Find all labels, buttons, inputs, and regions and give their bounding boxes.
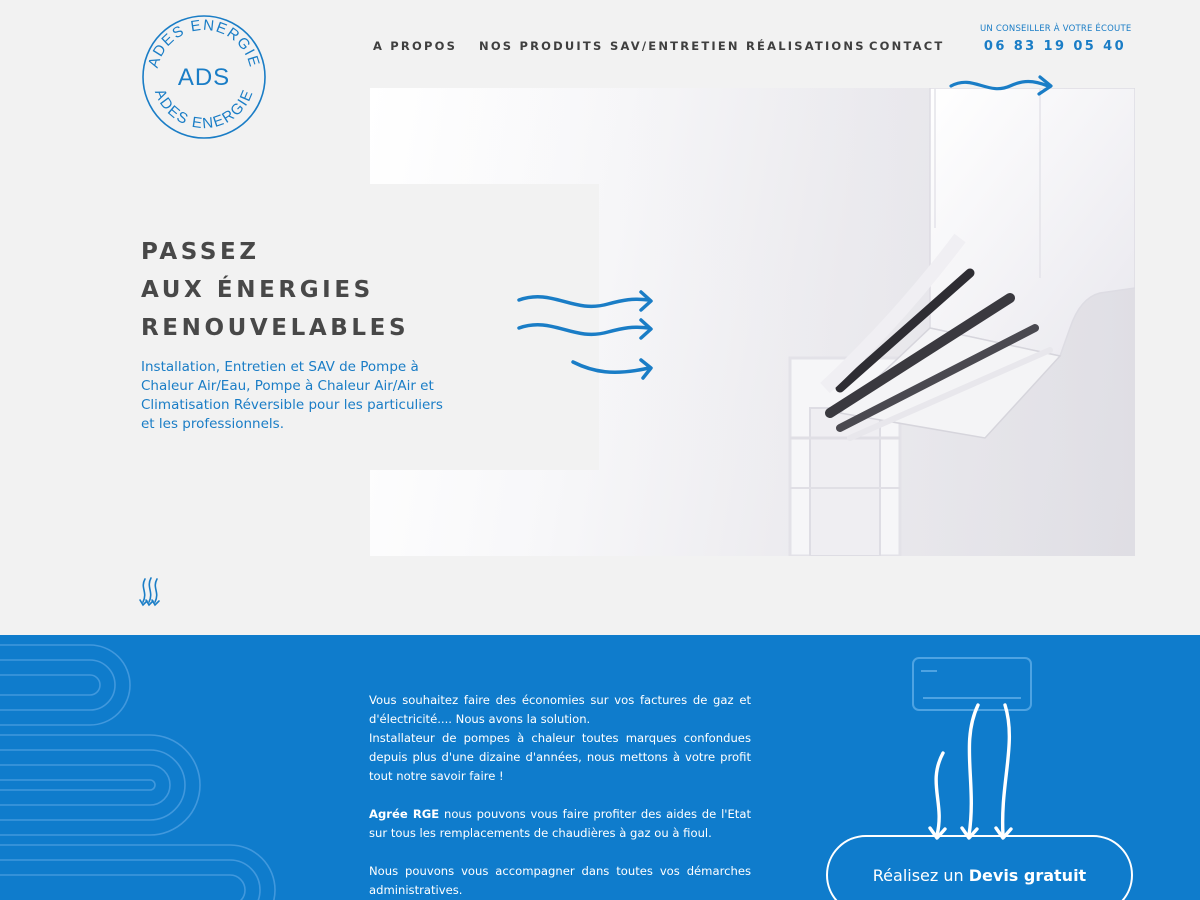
scroll-down-icon[interactable] xyxy=(138,576,164,610)
intro-paragraph-rge: Agrée RGE nous pouvons vous faire profit… xyxy=(369,805,751,843)
intro-paragraph-4: Nous pouvons vous accompagner dans toute… xyxy=(369,864,751,897)
hero-description: Installation, Entretien et SAV de Pompe … xyxy=(141,359,443,432)
free-quote-button[interactable]: Réalisez un Devis gratuit xyxy=(826,835,1133,900)
advisor-label: UN CONSEILLER À VOTRE ÉCOUTE xyxy=(980,24,1132,34)
logo-mark-text: ADS xyxy=(178,64,230,91)
cta-prefix: Réalisez un xyxy=(872,866,969,885)
nav-link-realisations[interactable]: RÉALISATIONS xyxy=(746,39,866,53)
intro-section: Vous souhaitez faire des économies sur v… xyxy=(0,635,1200,900)
air-flow-icon xyxy=(949,75,1053,96)
free-quote-label: Réalisez un Devis gratuit xyxy=(828,866,1131,885)
headline-line-1: PASSEZ xyxy=(141,239,260,265)
cta-bold: Devis gratuit xyxy=(968,866,1087,885)
rge-label: Agrée RGE xyxy=(369,807,440,821)
intro-text: Vous souhaitez faire des économies sur v… xyxy=(369,691,751,900)
air-waves-icon xyxy=(517,290,653,380)
air-conditioner-icon xyxy=(912,657,1032,840)
header-contact: UN CONSEILLER À VOTRE ÉCOUTE 06 83 19 05… xyxy=(980,24,1132,54)
nav-link-a-propos[interactable]: A PROPOS xyxy=(373,39,457,53)
nav-link-sav-entretien[interactable]: SAV/ENTRETIEN xyxy=(610,39,740,53)
ads-energie-logo[interactable]: ADES ENERGIE ADES ENERGIE ADS xyxy=(141,14,267,140)
headline-line-3: RENOUVELABLES xyxy=(141,315,410,341)
nav-link-nos-produits[interactable]: NOS PRODUITS xyxy=(479,39,603,53)
phone-number-link[interactable]: 06 83 19 05 40 xyxy=(980,39,1130,54)
intro-paragraph-1: Vous souhaitez faire des économies sur v… xyxy=(369,693,751,726)
nav-link-contact[interactable]: CONTACT xyxy=(869,39,944,53)
hero-headline: PASSEZ AUX ÉNERGIES RENOUVELABLES xyxy=(141,233,409,347)
headline-line-2: AUX ÉNERGIES xyxy=(141,277,374,303)
intro-paragraph-2: Installateur de pompes à chaleur toutes … xyxy=(369,731,751,783)
decorative-pipe-pattern xyxy=(0,644,276,900)
